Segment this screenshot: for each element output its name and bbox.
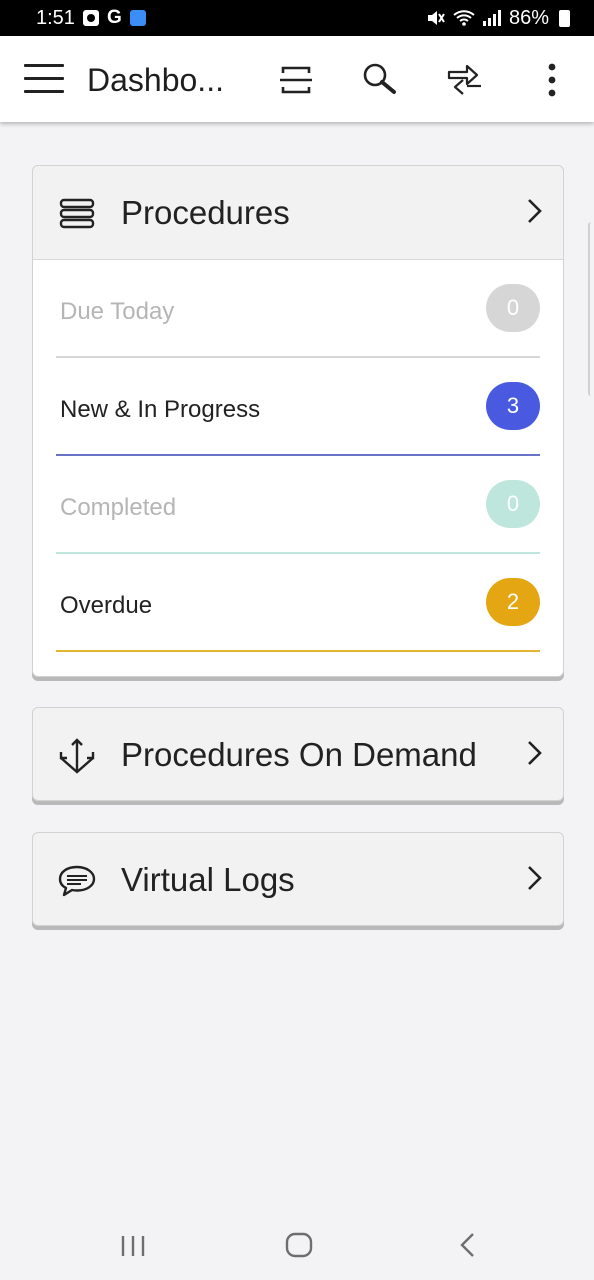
sync-icon[interactable]	[445, 60, 485, 100]
status-row-overdue[interactable]: Overdue 2	[56, 554, 540, 652]
procedures-title: Procedures	[121, 193, 290, 231]
chevron-right-icon	[528, 741, 542, 765]
system-nav-bar	[0, 1212, 594, 1280]
procedures-on-demand-header[interactable]: Procedures On Demand	[33, 708, 563, 802]
clock: 1:51	[36, 6, 75, 29]
procedures-icon	[59, 198, 95, 229]
battery-percent: 86%	[508, 6, 549, 29]
app-notification-icon	[129, 10, 146, 26]
procedures-header[interactable]: Procedures	[33, 166, 563, 260]
procedures-card: Procedures Due Today 0 New & In Progress…	[32, 165, 564, 677]
status-bar-right: 86%	[427, 7, 570, 30]
wifi-icon	[453, 10, 475, 26]
status-row-new-in-progress[interactable]: New & In Progress 3	[56, 358, 540, 456]
count-badge: 0	[486, 284, 540, 332]
outlook-notification-icon	[82, 10, 99, 26]
status-row-completed[interactable]: Completed 0	[56, 456, 540, 554]
battery-icon	[559, 9, 570, 27]
chat-bubble-icon	[58, 865, 96, 897]
scan-icon[interactable]	[276, 60, 316, 100]
anchor-icon	[59, 738, 95, 774]
search-icon[interactable]	[360, 60, 400, 100]
more-options-icon[interactable]	[532, 60, 572, 100]
status-row-due-today[interactable]: Due Today 0	[56, 260, 540, 358]
signal-icon	[482, 10, 501, 26]
google-notification-icon: G	[106, 7, 122, 28]
chevron-right-icon	[528, 199, 542, 223]
status-label: Due Today	[60, 298, 175, 325]
scroll-indicator	[588, 222, 594, 396]
recents-icon[interactable]	[116, 1230, 150, 1260]
procedures-status-list: Due Today 0 New & In Progress 3 Complete…	[33, 260, 563, 676]
procedures-on-demand-title: Procedures On Demand	[121, 736, 477, 773]
virtual-logs-header[interactable]: Virtual Logs	[33, 833, 563, 927]
count-badge: 3	[486, 382, 540, 430]
menu-icon	[24, 64, 64, 67]
menu-button[interactable]	[24, 64, 64, 94]
virtual-logs-title: Virtual Logs	[121, 861, 295, 898]
status-label: Overdue	[60, 592, 153, 619]
back-icon[interactable]	[452, 1230, 486, 1260]
count-badge: 0	[486, 480, 540, 528]
mute-icon	[427, 11, 445, 25]
status-bar: 1:51 G 86%	[0, 0, 594, 36]
count-badge: 2	[486, 578, 540, 626]
app-bar: Dashbo...	[0, 36, 594, 122]
chevron-right-icon	[528, 866, 542, 890]
page-title: Dashbo...	[87, 62, 224, 98]
status-underline	[56, 650, 540, 652]
status-label: Completed	[60, 494, 177, 521]
status-bar-left: 1:51 G	[36, 7, 146, 30]
virtual-logs-card[interactable]: Virtual Logs	[32, 832, 564, 926]
home-icon[interactable]	[282, 1230, 316, 1260]
status-label: New & In Progress	[60, 396, 261, 423]
procedures-on-demand-card[interactable]: Procedures On Demand	[32, 707, 564, 801]
